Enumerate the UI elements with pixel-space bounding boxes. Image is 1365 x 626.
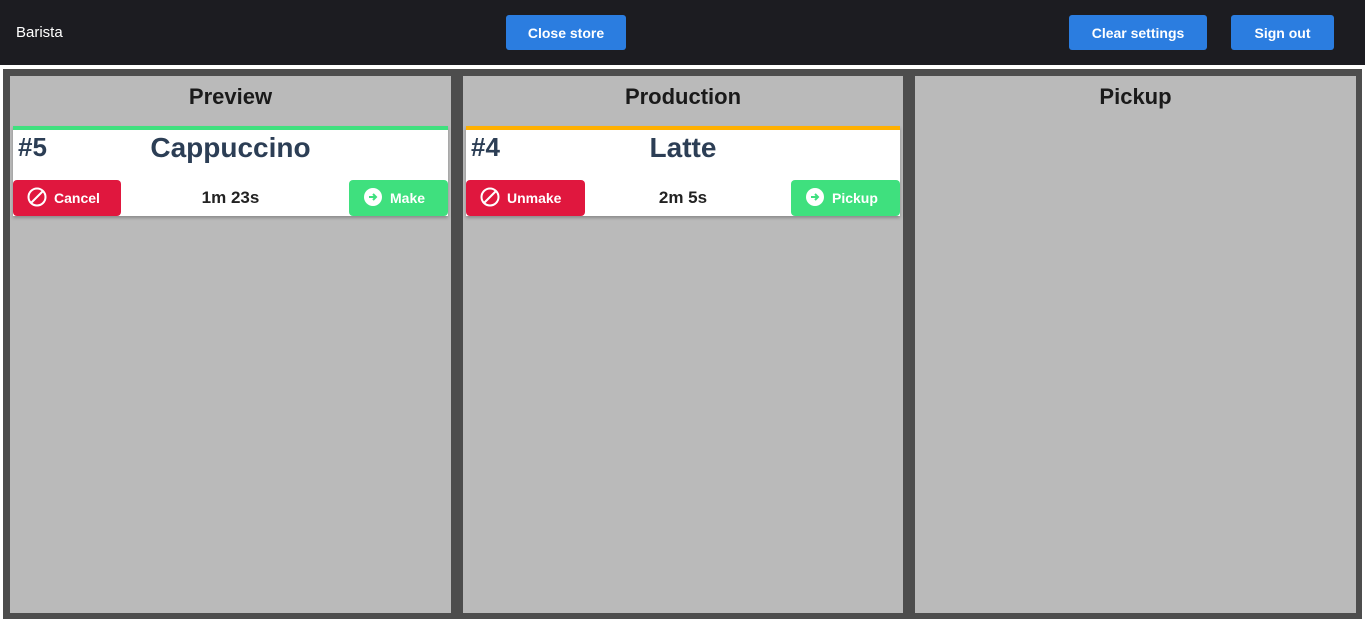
column-title: Pickup <box>1099 84 1172 109</box>
make-button[interactable]: Make <box>349 180 448 216</box>
column-preview: Preview Cappuccino #5 1m 23s Cancel Make <box>10 76 451 613</box>
order-number: #4 <box>471 132 500 162</box>
drink-name: Latte <box>649 132 717 163</box>
unmake-button-label: Unmake <box>507 190 562 206</box>
column-title: Production <box>624 84 742 109</box>
unmake-button[interactable]: Unmake <box>466 180 585 216</box>
top-bar: Barista Close store Clear settings Sign … <box>0 0 1365 65</box>
column-production: Production Latte #4 2m 5s Unmake Pickup <box>463 76 903 613</box>
clear-settings-button[interactable]: Clear settings <box>1069 15 1207 50</box>
block-icon <box>480 187 500 210</box>
order-board: Preview Cappuccino #5 1m 23s Cancel Make… <box>3 69 1362 619</box>
close-store-button[interactable]: Close store <box>506 15 626 50</box>
status-accent-bar <box>466 126 900 130</box>
cancel-button-label: Cancel <box>54 190 100 206</box>
order-card: Latte #4 2m 5s Unmake Pickup <box>466 126 900 216</box>
column-title: Preview <box>188 84 273 109</box>
order-card: Cappuccino #5 1m 23s Cancel Make <box>13 126 448 216</box>
cancel-button[interactable]: Cancel <box>13 180 121 216</box>
pickup-button[interactable]: Pickup <box>791 180 900 216</box>
arrow-right-circle-icon <box>805 187 825 210</box>
sign-out-button[interactable]: Sign out <box>1231 15 1334 50</box>
arrow-right-circle-icon <box>363 187 383 210</box>
pickup-button-label: Pickup <box>832 190 878 206</box>
column-pickup: Pickup <box>915 76 1356 613</box>
order-number: #5 <box>18 132 47 162</box>
make-button-label: Make <box>390 190 426 206</box>
app-title: Barista <box>16 24 63 41</box>
drink-name: Cappuccino <box>150 132 311 163</box>
status-accent-bar <box>13 126 448 130</box>
block-icon <box>27 187 47 210</box>
